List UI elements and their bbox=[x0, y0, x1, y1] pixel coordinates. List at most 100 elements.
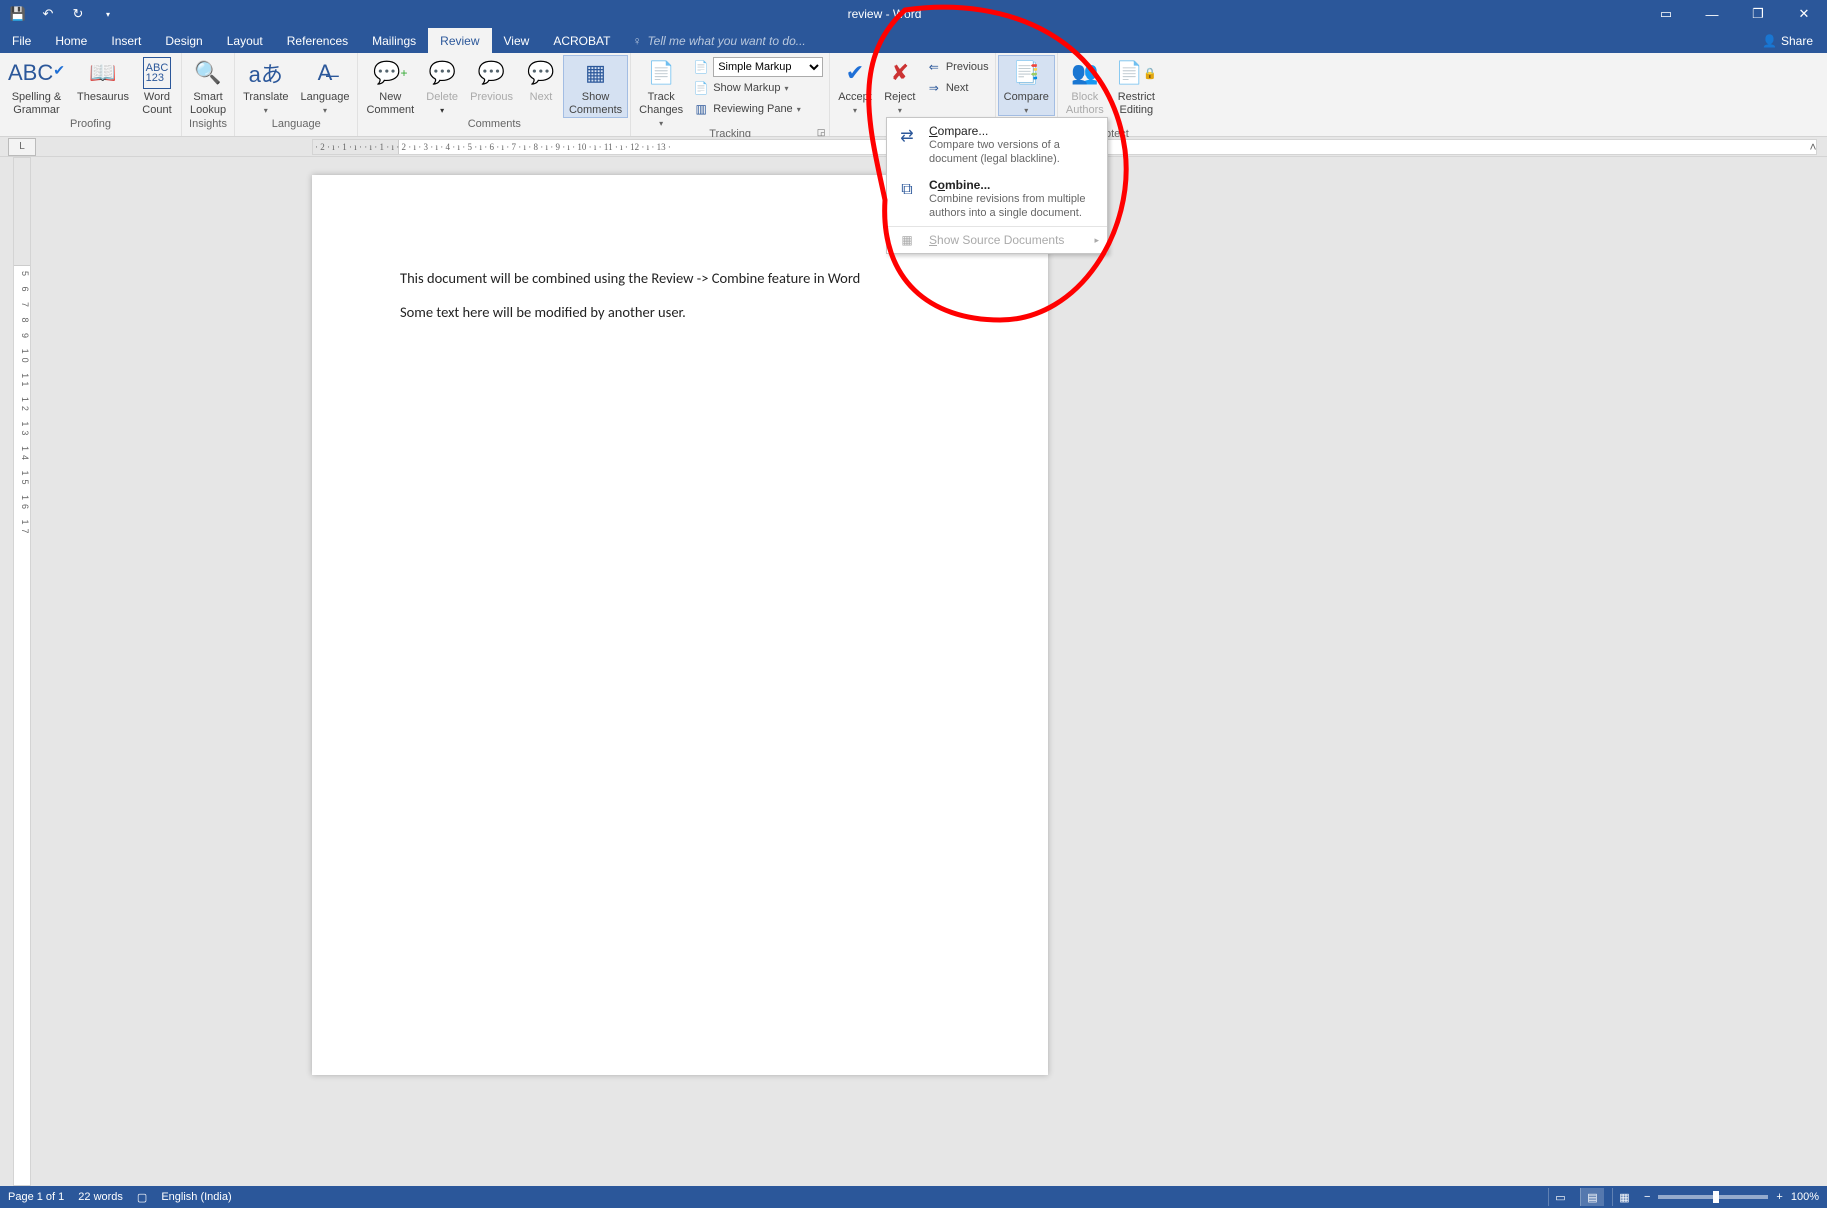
tell-me-placeholder: Tell me what you want to do... bbox=[647, 34, 805, 48]
show-comments-button[interactable]: ▦ Show Comments bbox=[563, 55, 628, 118]
compare-icon: 📑 bbox=[1013, 57, 1040, 89]
tell-me-search[interactable]: ♀ Tell me what you want to do... bbox=[622, 28, 1748, 53]
close-icon[interactable]: ✕ bbox=[1781, 0, 1827, 28]
new-comment-button[interactable]: 💬+ New Comment bbox=[360, 55, 420, 117]
menu-item-show-source: ▦ Show Source DocumentsShow Source Docum… bbox=[887, 227, 1107, 253]
ribbon-display-options-icon[interactable]: ▭ bbox=[1643, 0, 1689, 28]
next-change-icon: ⇒ bbox=[926, 81, 942, 95]
language-button[interactable]: A̶ Language ▾ bbox=[295, 55, 356, 115]
reviewing-pane-button[interactable]: ▥ Reviewing Pane ▾ bbox=[693, 99, 823, 119]
window-title: review - Word bbox=[126, 7, 1643, 21]
status-page[interactable]: Page 1 of 1 bbox=[8, 1191, 64, 1203]
tab-acrobat[interactable]: ACROBAT bbox=[541, 28, 622, 53]
track-changes-icon: 📄 bbox=[647, 57, 674, 89]
thesaurus-button[interactable]: 📖 Thesaurus bbox=[71, 55, 135, 104]
status-bar: Page 1 of 1 22 words ▢ English (India) ▭… bbox=[0, 1186, 1827, 1208]
read-mode-icon[interactable]: ▭ bbox=[1548, 1188, 1572, 1206]
vertical-ruler[interactable]: 2 1 1 2 3 4 5 6 7 8 9 10 11 12 13 14 15 … bbox=[13, 157, 31, 1186]
compare-dropdown-menu: ⇄ CCompare...ompare... Compare two versi… bbox=[886, 117, 1108, 254]
menu-combine-title: Combine...Combine... bbox=[929, 178, 1099, 192]
compare-button[interactable]: 📑 Compare ▾ bbox=[998, 55, 1055, 116]
previous-comment-icon: 💬 bbox=[478, 57, 505, 89]
share-icon: 👤 bbox=[1762, 34, 1777, 48]
menu-item-combine[interactable]: ⧉ Combine...Combine... Combine revisions… bbox=[887, 172, 1107, 226]
smart-lookup-button[interactable]: 🔍 Smart Lookup bbox=[184, 55, 232, 117]
delete-comment-button[interactable]: 💬 Delete ▾ bbox=[420, 55, 464, 115]
group-insights-label: Insights bbox=[182, 118, 234, 136]
zoom-out-button[interactable]: − bbox=[1644, 1191, 1650, 1203]
menu-item-compare[interactable]: ⇄ CCompare...ompare... Compare two versi… bbox=[887, 118, 1107, 172]
next-comment-icon: 💬 bbox=[527, 57, 554, 89]
translate-icon: aあ bbox=[249, 57, 283, 89]
tab-layout[interactable]: Layout bbox=[215, 28, 275, 53]
minimize-icon[interactable]: — bbox=[1689, 0, 1735, 28]
redo-icon[interactable]: ↻ bbox=[68, 4, 88, 24]
restrict-editing-button[interactable]: 📄🔒 Restrict Editing bbox=[1110, 55, 1163, 117]
spelling-grammar-button[interactable]: ABC✔ Spelling & Grammar bbox=[2, 55, 71, 117]
group-proofing: ABC✔ Spelling & Grammar 📖 Thesaurus ABC1… bbox=[0, 53, 182, 136]
group-comments-label: Comments bbox=[358, 118, 630, 136]
reject-button[interactable]: ✘ Reject ▾ bbox=[878, 55, 922, 115]
window-controls: ▭ — ❐ ✕ bbox=[1643, 0, 1827, 28]
reject-icon: ✘ bbox=[891, 57, 909, 89]
group-language-label: Language bbox=[235, 118, 357, 136]
proofing-status-icon[interactable]: ▢ bbox=[137, 1191, 147, 1204]
accept-button[interactable]: ✔ Accept ▾ bbox=[832, 55, 878, 115]
new-comment-icon: 💬+ bbox=[373, 57, 407, 89]
status-words[interactable]: 22 words bbox=[78, 1191, 123, 1203]
web-layout-icon[interactable]: ▦ bbox=[1612, 1188, 1636, 1206]
translate-button[interactable]: aあ Translate ▾ bbox=[237, 55, 294, 115]
restrict-editing-icon: 📄🔒 bbox=[1116, 57, 1157, 89]
document-workspace: 2 1 1 2 3 4 5 6 7 8 9 10 11 12 13 14 15 … bbox=[0, 157, 1827, 1186]
print-layout-icon[interactable]: ▤ bbox=[1580, 1188, 1604, 1206]
previous-comment-button[interactable]: 💬 Previous bbox=[464, 55, 519, 104]
accept-icon: ✔ bbox=[846, 57, 864, 89]
smart-lookup-icon: 🔍 bbox=[194, 57, 221, 89]
language-icon: A̶ bbox=[318, 57, 333, 89]
menu-compare-desc: Compare two versions of a document (lega… bbox=[929, 138, 1099, 166]
zoom-in-button[interactable]: + bbox=[1776, 1191, 1782, 1203]
tab-file[interactable]: File bbox=[0, 28, 43, 53]
tab-references[interactable]: References bbox=[275, 28, 360, 53]
undo-icon[interactable]: ↶ bbox=[38, 4, 58, 24]
show-markup-button[interactable]: 📄 Show Markup ▾ bbox=[693, 78, 823, 98]
menu-combine-desc: Combine revisions from multiple authors … bbox=[929, 192, 1099, 220]
collapse-ribbon-icon[interactable]: ˄ bbox=[1805, 140, 1821, 154]
next-comment-button[interactable]: 💬 Next bbox=[519, 55, 563, 104]
previous-change-button[interactable]: ⇐Previous bbox=[926, 57, 989, 77]
save-icon[interactable]: 💾 bbox=[8, 4, 28, 24]
restore-icon[interactable]: ❐ bbox=[1735, 0, 1781, 28]
compare-docs-icon: ⇄ bbox=[895, 124, 919, 148]
dropdown-icon: ▾ bbox=[898, 106, 902, 115]
tab-selector[interactable]: L bbox=[8, 138, 36, 156]
next-change-button[interactable]: ⇒Next bbox=[926, 78, 989, 98]
show-source-icon: ▦ bbox=[895, 233, 919, 247]
tab-view[interactable]: View bbox=[492, 28, 542, 53]
zoom-slider[interactable] bbox=[1658, 1195, 1768, 1199]
share-button[interactable]: 👤 Share bbox=[1748, 28, 1827, 53]
status-language[interactable]: English (India) bbox=[161, 1191, 231, 1203]
qat-customize-icon[interactable]: ▾ bbox=[98, 4, 118, 24]
markup-display-select[interactable]: 📄 Simple Markup bbox=[693, 57, 823, 77]
delete-comment-icon: 💬 bbox=[428, 57, 455, 89]
track-changes-button[interactable]: 📄 Track Changes ▾ bbox=[633, 55, 689, 128]
paragraph[interactable]: This document will be combined using the… bbox=[400, 269, 960, 289]
group-comments: 💬+ New Comment 💬 Delete ▾ 💬 Previous 💬 N… bbox=[358, 53, 631, 136]
tab-insert[interactable]: Insert bbox=[99, 28, 153, 53]
share-label: Share bbox=[1781, 34, 1813, 48]
tab-home[interactable]: Home bbox=[43, 28, 99, 53]
word-count-icon: ABC123 bbox=[143, 57, 172, 89]
tab-design[interactable]: Design bbox=[153, 28, 214, 53]
dropdown-icon: ▾ bbox=[659, 119, 663, 128]
dropdown-icon: ▾ bbox=[784, 84, 788, 93]
tab-review[interactable]: Review bbox=[428, 28, 491, 53]
zoom-level[interactable]: 100% bbox=[1791, 1191, 1819, 1203]
previous-change-icon: ⇐ bbox=[926, 60, 942, 74]
reviewing-pane-icon: ▥ bbox=[693, 102, 709, 116]
tab-mailings[interactable]: Mailings bbox=[360, 28, 428, 53]
paragraph[interactable]: Some text here will be modified by anoth… bbox=[400, 303, 960, 323]
document-page[interactable]: This document will be combined using the… bbox=[312, 175, 1048, 1075]
markup-dropdown[interactable]: Simple Markup bbox=[713, 57, 823, 77]
word-count-button[interactable]: ABC123 Word Count bbox=[135, 55, 179, 117]
markup-icon: 📄 bbox=[693, 60, 709, 74]
